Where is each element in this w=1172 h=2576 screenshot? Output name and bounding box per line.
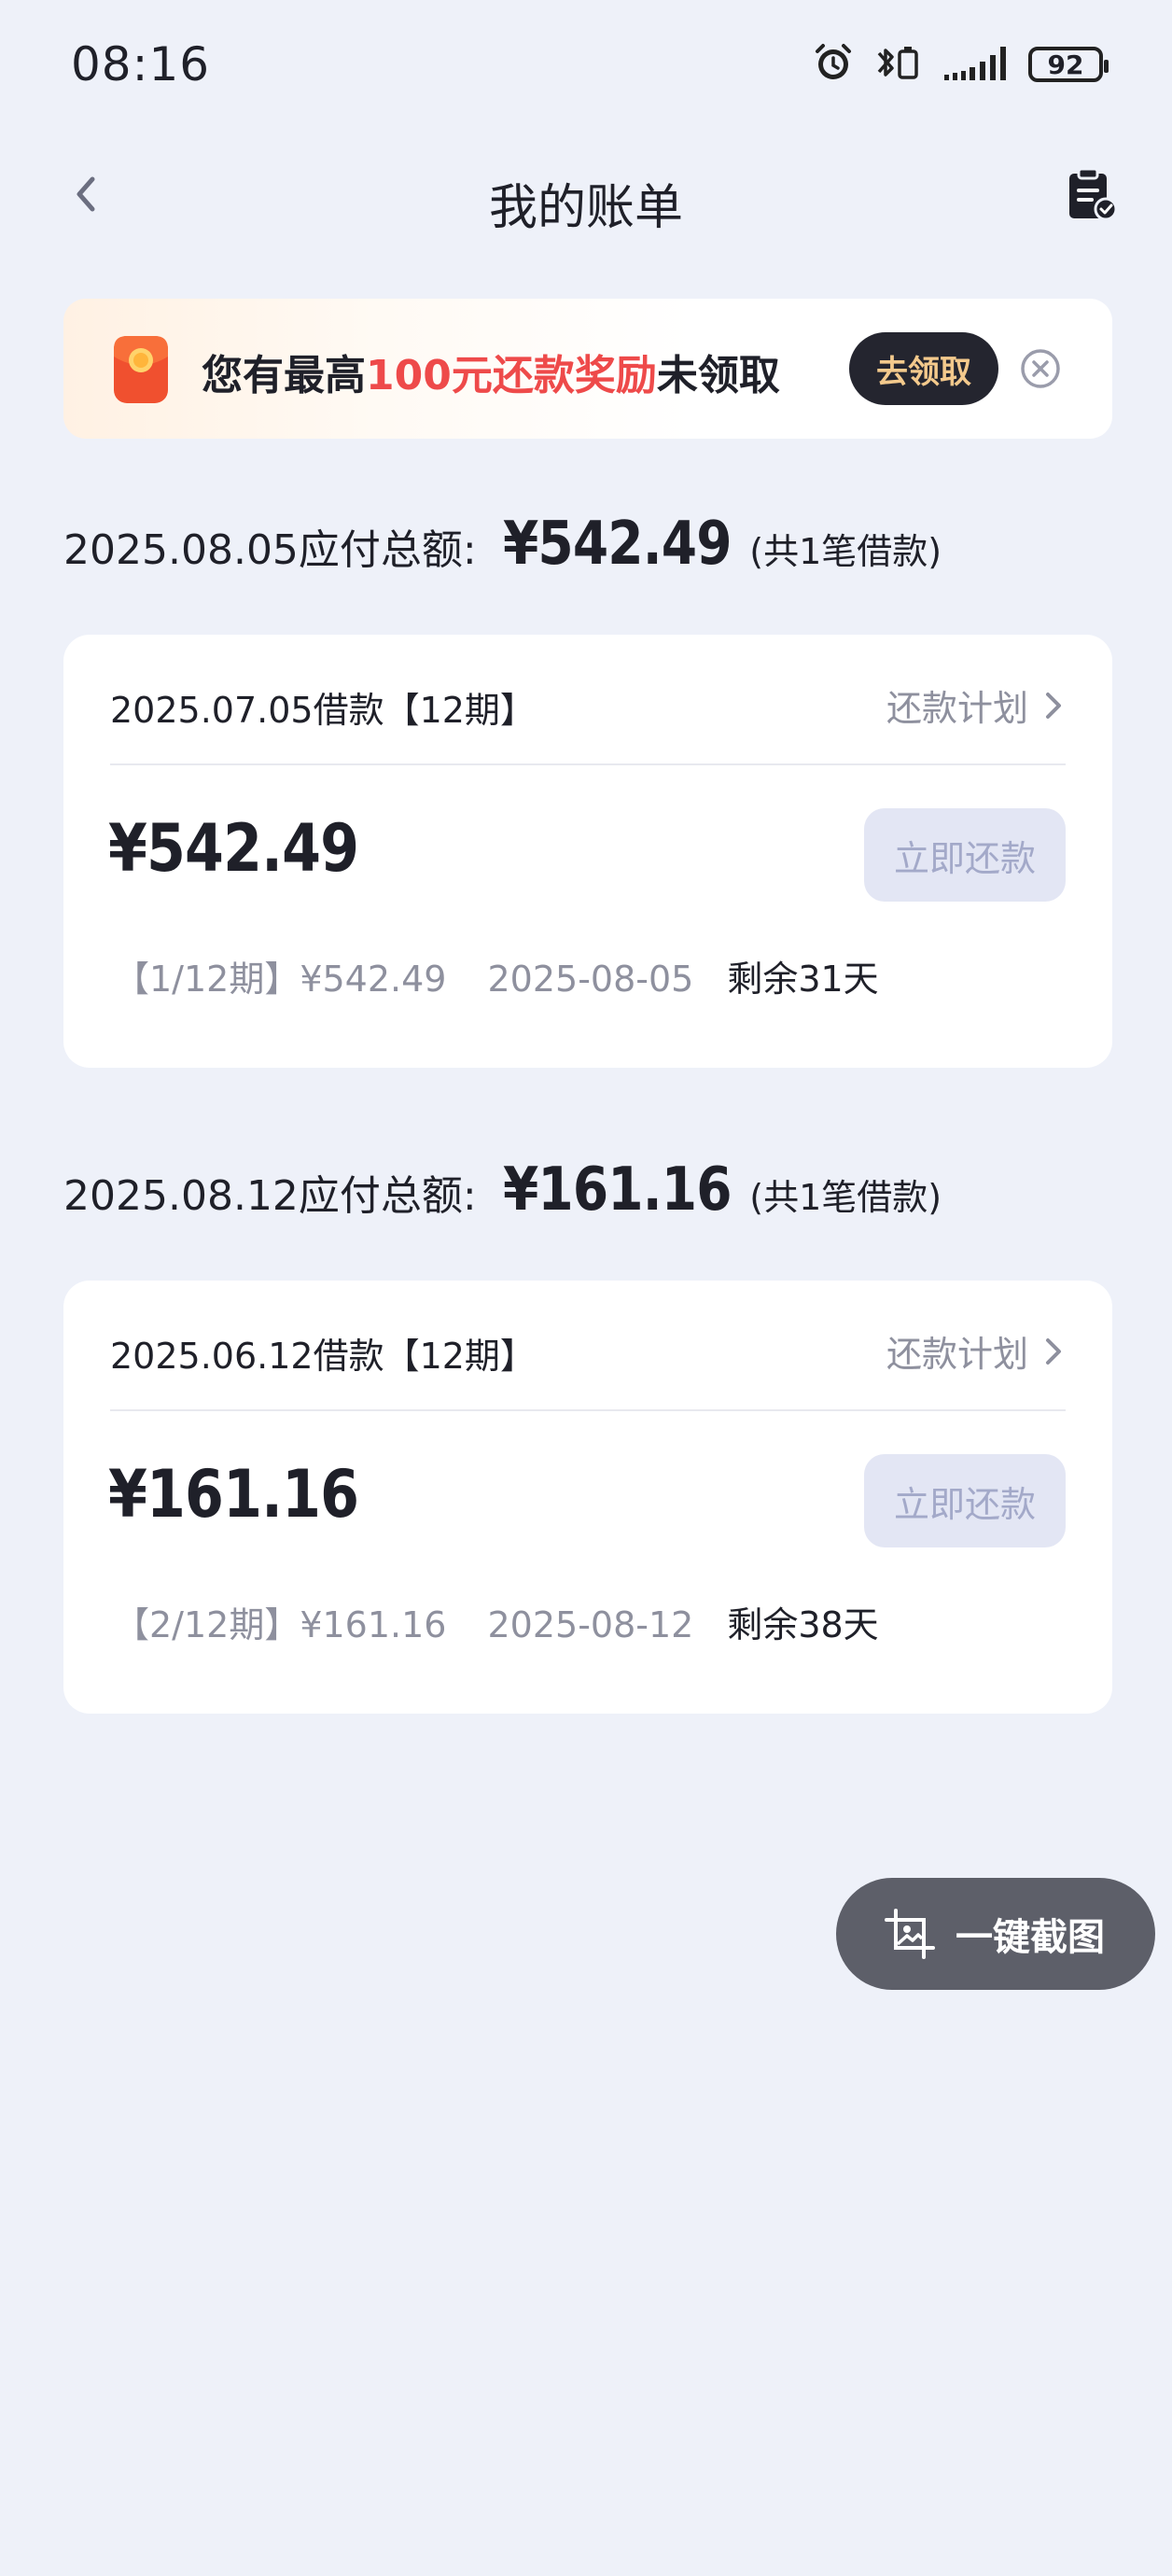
alarm-icon <box>812 41 855 88</box>
due-total-label: 2025.08.12应付总额: <box>63 1172 477 1220</box>
promo-reward-highlight: 100元还款奖励 <box>366 352 657 399</box>
installment-details: 【2/12期】¥161.16 2025-08-12 剩余38天 <box>114 1596 879 1647</box>
bill-section-header: 2025.08.05应付总额: ¥542.49 (共1笔借款) <box>63 510 942 579</box>
card-divider <box>110 1409 1066 1411</box>
installment-period: 【1/12期】¥542.49 <box>114 959 447 1000</box>
red-envelope-icon <box>108 330 174 409</box>
promo-text-prefix: 您有最高 <box>202 352 366 399</box>
chevron-right-icon <box>1046 692 1061 719</box>
installment-amount: ¥542.49 <box>108 810 359 887</box>
bill-section-header: 2025.08.12应付总额: ¥161.16 (共1笔借款) <box>63 1155 942 1225</box>
bluetooth-icon <box>872 41 924 88</box>
close-promo-button[interactable] <box>1019 347 1062 390</box>
clipboard-check-icon <box>1069 167 1118 221</box>
repayment-plan-link[interactable]: 还款计划 <box>886 1325 1066 1377</box>
installment-period: 【2/12期】¥161.16 <box>114 1604 447 1645</box>
loan-count: (共1笔借款) <box>749 531 942 572</box>
pay-now-button[interactable]: 立即还款 <box>864 808 1066 902</box>
loan-title: 2025.07.05借款【12期】 <box>110 690 536 731</box>
close-circle-icon <box>1021 349 1060 388</box>
repayment-plan-label: 还款计划 <box>886 1334 1028 1375</box>
installment-due-date: 2025-08-05 <box>487 959 694 1000</box>
signal-icon <box>941 41 1012 88</box>
repayment-plan-label: 还款计划 <box>886 688 1028 729</box>
loan-title: 2025.06.12借款【12期】 <box>110 1336 536 1377</box>
due-total-amount: ¥542.49 <box>502 510 732 579</box>
days-remaining: 剩余38天 <box>727 1604 879 1645</box>
promo-text: 您有最高100元还款奖励未领取 <box>202 342 780 401</box>
claim-button[interactable]: 去领取 <box>849 332 998 405</box>
battery-indicator: 92 <box>1028 47 1109 82</box>
installment-details: 【1/12期】¥542.49 2025-08-05 剩余31天 <box>114 950 879 1001</box>
one-tap-screenshot-button[interactable]: 一键截图 <box>836 1878 1155 1990</box>
repayment-plan-link[interactable]: 还款计划 <box>886 679 1066 731</box>
status-icons: 92 <box>812 41 1109 88</box>
promo-banner[interactable]: 您有最高100元还款奖励未领取 去领取 <box>63 299 1112 439</box>
days-remaining: 剩余31天 <box>727 959 879 1000</box>
installment-amount: ¥161.16 <box>108 1456 359 1533</box>
image-crop-icon <box>885 1909 935 1959</box>
screenshot-label: 一键截图 <box>956 1916 1105 1959</box>
chevron-right-icon <box>1046 1337 1061 1365</box>
page-title: 我的账单 <box>488 180 683 236</box>
loan-count: (共1笔借款) <box>749 1177 942 1218</box>
loan-card: 2025.07.05借款【12期】 还款计划 ¥542.49 立即还款 【1/1… <box>63 635 1112 1068</box>
status-bar: 08:16 92 <box>0 0 1172 131</box>
due-total-amount: ¥161.16 <box>502 1155 732 1225</box>
pay-now-button[interactable]: 立即还款 <box>864 1454 1066 1547</box>
status-time: 08:16 <box>71 37 211 91</box>
promo-text-suffix: 未领取 <box>656 352 780 399</box>
installment-due-date: 2025-08-12 <box>487 1604 694 1645</box>
nav-bar: 我的账单 <box>0 149 1172 243</box>
card-divider <box>110 763 1066 765</box>
due-total-label: 2025.08.05应付总额: <box>63 526 477 574</box>
loan-card: 2025.06.12借款【12期】 还款计划 ¥161.16 立即还款 【2/1… <box>63 1281 1112 1714</box>
bill-list-button[interactable] <box>1062 164 1122 224</box>
